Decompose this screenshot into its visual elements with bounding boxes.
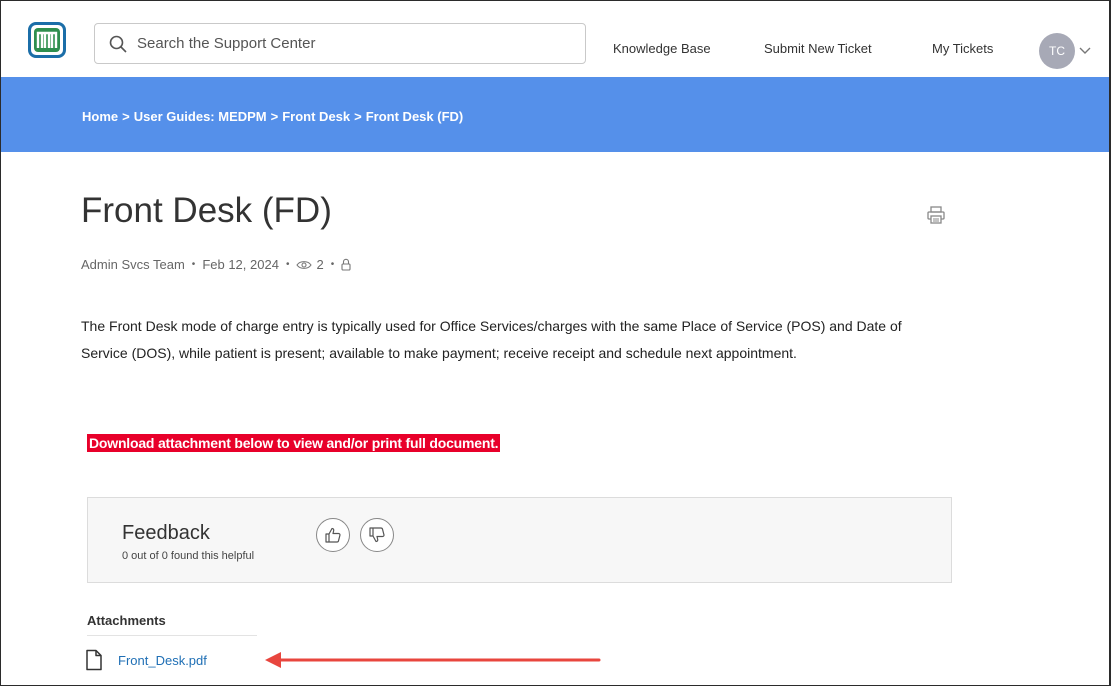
page-frame: Knowledge Base Submit New Ticket My Tick… xyxy=(0,0,1111,686)
download-notice: Download attachment below to view and/or… xyxy=(87,434,501,452)
avatar[interactable]: TC xyxy=(1039,33,1075,69)
nav-submit-new-ticket[interactable]: Submit New Ticket xyxy=(764,41,872,56)
feedback-summary: 0 out of 0 found this helpful xyxy=(122,550,255,562)
attachments-divider xyxy=(87,635,257,636)
breadcrumb: Home > User Guides: MEDPM > Front Desk > Front… xyxy=(82,109,463,124)
thumbs-up-button[interactable] xyxy=(316,518,350,552)
logo-mark xyxy=(34,28,60,52)
search-icon xyxy=(109,35,127,53)
attachment-link[interactable]: Front_Desk.pdf xyxy=(118,653,207,668)
breadcrumb-home[interactable]: Home xyxy=(82,109,118,124)
nav-my-tickets[interactable]: My Tickets xyxy=(932,41,993,56)
breadcrumb-separator: > xyxy=(122,109,130,124)
attachments-heading: Attachments xyxy=(87,613,166,628)
thumbs-down-icon xyxy=(369,527,385,543)
print-icon[interactable] xyxy=(926,205,946,225)
article-views: 2 xyxy=(316,257,324,272)
article-author: Admin Svcs Team xyxy=(81,257,185,272)
breadcrumb-separator: > xyxy=(354,109,362,124)
page-title: Front Desk (FD) xyxy=(81,191,332,230)
article-meta: Admin Svcs Team • Feb 12, 2024 • 2 • xyxy=(81,257,351,272)
breadcrumb-separator: > xyxy=(270,109,279,124)
search-input[interactable] xyxy=(137,35,557,52)
meta-separator: • xyxy=(330,259,335,270)
top-navbar: Knowledge Base Submit New Ticket My Tick… xyxy=(1,1,1109,77)
thumbs-down-button[interactable] xyxy=(360,518,394,552)
breadcrumb-band: Home > User Guides: MEDPM > Front Desk > Front… xyxy=(1,77,1109,152)
nav-knowledge-base[interactable]: Knowledge Base xyxy=(613,41,711,56)
thumbs-up-icon xyxy=(325,527,341,543)
logo-icon[interactable] xyxy=(28,22,66,58)
article-date: Feb 12, 2024 xyxy=(202,257,279,272)
feedback-title: Feedback xyxy=(122,522,210,544)
meta-separator: • xyxy=(191,259,196,270)
lock-icon xyxy=(341,258,351,271)
search-box[interactable] xyxy=(94,23,586,64)
file-icon xyxy=(86,649,102,671)
feedback-panel: Feedback 0 out of 0 found this helpful xyxy=(87,497,952,583)
chevron-down-icon[interactable] xyxy=(1078,43,1092,57)
breadcrumb-front-desk[interactable]: Front Desk xyxy=(282,109,350,124)
breadcrumb-current: Front Desk (FD) xyxy=(365,109,464,124)
eye-icon xyxy=(296,260,313,269)
breadcrumb-user-guides[interactable]: User Guides: MEDPM xyxy=(134,109,267,124)
meta-separator: • xyxy=(285,259,290,270)
arrow-left-icon xyxy=(265,652,601,668)
article-body: The Front Desk mode of charge entry is t… xyxy=(81,318,902,361)
